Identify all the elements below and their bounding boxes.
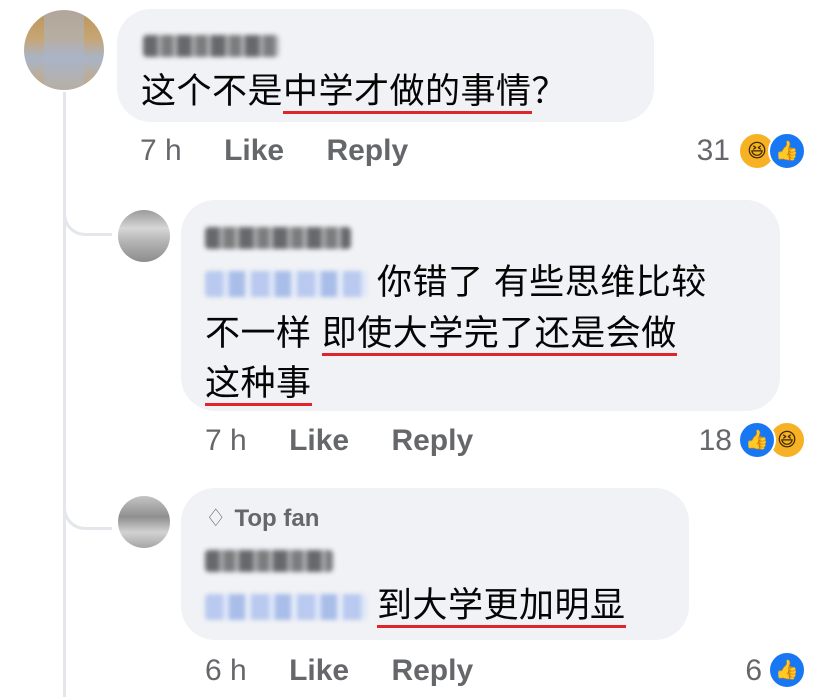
- underlined-phrase: 中学才做的事情: [283, 72, 532, 114]
- timestamp[interactable]: 6 h: [205, 653, 247, 689]
- reply-button[interactable]: Reply: [326, 133, 408, 169]
- avatar[interactable]: [24, 10, 104, 90]
- like-icon[interactable]: 👍: [768, 651, 806, 689]
- reaction-count[interactable]: 6: [720, 653, 762, 689]
- timestamp[interactable]: 7 h: [140, 133, 182, 169]
- reply-button[interactable]: Reply: [391, 653, 473, 689]
- comment-text: 到大学更加明显: [205, 580, 626, 632]
- comment-actions: 7 h Like Reply: [140, 133, 408, 169]
- comment-bubble: ♢ Top fan 到大学更加明显: [181, 488, 689, 640]
- comment-bubble: 这个不是中学才做的事情？: [117, 9, 654, 122]
- like-button[interactable]: Like: [224, 133, 284, 169]
- underlined-phrase: 到大学更加明显: [377, 586, 626, 628]
- underlined-phrase: 这种事: [205, 364, 312, 406]
- like-icon[interactable]: 👍: [738, 421, 776, 459]
- underlined-phrase: 即使大学完了还是会做: [321, 314, 677, 356]
- comment-actions: 6 h Like Reply: [205, 653, 473, 689]
- author-name-redacted[interactable]: [143, 35, 279, 57]
- top-fan-badge[interactable]: ♢ Top fan: [205, 504, 319, 534]
- reaction-count[interactable]: 31: [680, 133, 730, 169]
- thread-branch-2: [63, 490, 112, 530]
- avatar[interactable]: [118, 496, 170, 548]
- comment-text-line2: 不一样 即使大学完了还是会做: [205, 308, 677, 360]
- like-icon[interactable]: 👍: [768, 132, 806, 170]
- comment-text-line1: 你错了 有些思维比较: [205, 257, 707, 309]
- author-name-redacted[interactable]: [205, 550, 333, 572]
- like-button[interactable]: Like: [289, 423, 349, 459]
- like-button[interactable]: Like: [289, 653, 349, 689]
- comment-actions: 7 h Like Reply: [205, 423, 473, 459]
- thread-line: [63, 92, 66, 697]
- timestamp[interactable]: 7 h: [205, 423, 247, 459]
- mention-redacted[interactable]: [205, 594, 367, 620]
- comment-text: 这个不是中学才做的事情？: [141, 66, 567, 118]
- comment-text-line3: 这种事: [205, 358, 312, 410]
- reply-button[interactable]: Reply: [391, 423, 473, 459]
- reaction-count[interactable]: 18: [680, 423, 732, 459]
- thread-branch-1: [63, 196, 112, 236]
- diamond-icon: ♢: [205, 505, 227, 532]
- mention-redacted[interactable]: [205, 271, 367, 297]
- author-name-redacted[interactable]: [205, 227, 351, 249]
- avatar[interactable]: [118, 210, 170, 262]
- comment-bubble: 你错了 有些思维比较 不一样 即使大学完了还是会做 这种事: [181, 200, 780, 411]
